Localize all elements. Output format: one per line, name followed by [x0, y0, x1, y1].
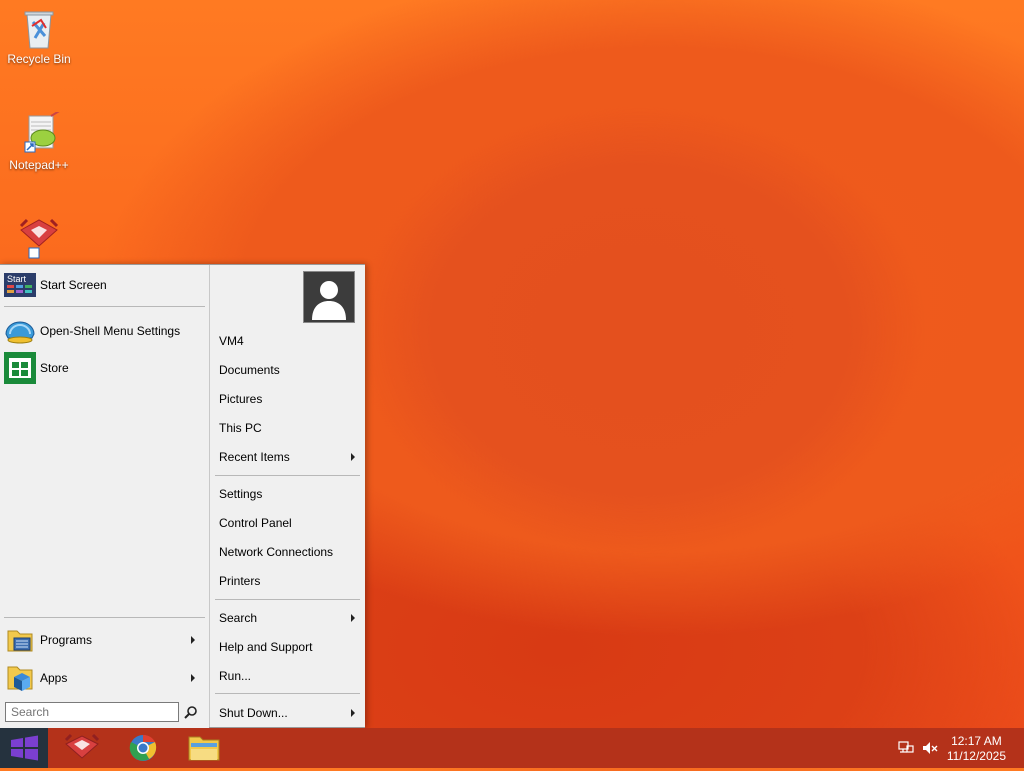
chrome-icon — [129, 734, 157, 761]
left-separator-bottom — [4, 617, 205, 618]
start-screen-label: Start Screen — [40, 278, 107, 292]
start-menu-left-column: Start Start Screen Open-Shell Menu Setti… — [0, 265, 209, 729]
notepadpp-label: Notepad++ — [9, 158, 69, 172]
windows-logo-icon — [11, 735, 38, 761]
clock-date: 11/12/2025 — [946, 749, 1006, 763]
recycle-bin-icon — [17, 6, 61, 50]
red-diamond-app-icon — [17, 216, 61, 260]
file-explorer-icon — [188, 736, 220, 761]
menu-item-control-panel[interactable]: Control Panel — [219, 511, 365, 535]
menu-item-user[interactable]: VM4 — [219, 329, 365, 353]
open-shell-icon — [4, 316, 36, 346]
apps-folder-icon — [4, 663, 36, 693]
menu-item-open-shell-settings[interactable]: Open-Shell Menu Settings — [0, 316, 205, 346]
shut-down-arrow-icon — [351, 709, 355, 717]
taskbar-app-red-diamond[interactable] — [52, 728, 112, 768]
recycle-bin-label: Recycle Bin — [7, 52, 71, 66]
right-separator-3 — [215, 693, 360, 694]
store-label: Store — [40, 361, 69, 375]
red-diamond-taskbar-icon — [64, 733, 100, 759]
menu-item-settings[interactable]: Settings — [219, 482, 365, 506]
recent-items-arrow-icon — [351, 453, 355, 461]
programs-label: Programs — [40, 633, 93, 647]
taskbar-app-file-explorer[interactable] — [174, 728, 234, 768]
user-avatar-icon[interactable] — [303, 271, 355, 323]
right-separator-1 — [215, 475, 360, 476]
control-panel-label: Control Panel — [219, 516, 292, 530]
settings-label: Settings — [219, 487, 263, 501]
menu-item-documents[interactable]: Documents — [219, 358, 365, 382]
user-label: VM4 — [219, 334, 244, 348]
desktop-icon-recycle-bin[interactable]: Recycle Bin — [3, 6, 75, 66]
menu-item-store[interactable]: Store — [0, 352, 205, 384]
store-icon — [4, 352, 36, 384]
clock[interactable]: 12:17 AM 11/12/2025 — [947, 734, 1006, 764]
taskbar-app-chrome[interactable] — [113, 728, 173, 768]
pictures-label: Pictures — [219, 392, 263, 406]
search-magnifier-icon[interactable] — [184, 705, 198, 719]
menu-item-search[interactable]: Search — [219, 606, 365, 630]
volume-muted-tray-icon[interactable] — [922, 740, 938, 756]
menu-item-start-screen[interactable]: Start Start Screen — [0, 270, 205, 300]
menu-item-programs[interactable]: Programs — [0, 625, 205, 655]
menu-item-run[interactable]: Run... — [219, 664, 365, 688]
programs-submenu-arrow-icon — [191, 636, 195, 644]
notepadpp-icon — [17, 109, 62, 156]
run-label: Run... — [219, 669, 252, 683]
taskbar: 12:17 AM 11/12/2025 — [0, 728, 1024, 768]
documents-label: Documents — [219, 363, 280, 377]
menu-item-help-support[interactable]: Help and Support — [219, 635, 365, 659]
desktop-icon-notepadpp[interactable]: Notepad++ — [3, 109, 75, 172]
start-menu-right-column: VM4 Documents Pictures This PC Recent It… — [209, 265, 365, 727]
menu-item-network-connections[interactable]: Network Connections — [219, 540, 365, 564]
menu-item-recent-items[interactable]: Recent Items — [219, 445, 365, 469]
menu-item-apps[interactable]: Apps — [0, 663, 205, 693]
menu-item-shut-down[interactable]: Shut Down... — [219, 701, 365, 725]
menu-item-printers[interactable]: Printers — [219, 569, 365, 593]
recent-items-label: Recent Items — [219, 450, 290, 464]
search-label: Search — [219, 611, 258, 625]
start-button[interactable] — [0, 728, 48, 768]
programs-folder-icon — [4, 625, 36, 655]
start-tile-text: Start — [7, 274, 27, 284]
this-pc-label: This PC — [219, 421, 262, 435]
help-support-label: Help and Support — [219, 640, 313, 654]
clock-time: 12:17 AM — [951, 734, 1002, 748]
search-arrow-icon — [351, 614, 355, 622]
start-menu: Start Start Screen Open-Shell Menu Setti… — [0, 264, 365, 729]
left-separator-top — [4, 306, 205, 307]
desktop-icon-app[interactable] — [3, 216, 75, 262]
menu-item-this-pc[interactable]: This PC — [219, 416, 365, 440]
printers-label: Printers — [219, 574, 261, 588]
network-tray-icon[interactable] — [898, 740, 914, 756]
start-screen-icon: Start — [4, 270, 36, 300]
menu-item-pictures[interactable]: Pictures — [219, 387, 365, 411]
shut-down-label: Shut Down... — [219, 706, 288, 720]
apps-submenu-arrow-icon — [191, 674, 195, 682]
start-search-input[interactable] — [5, 702, 179, 722]
right-separator-2 — [215, 599, 360, 600]
network-connections-label: Network Connections — [219, 545, 334, 559]
open-shell-settings-label: Open-Shell Menu Settings — [40, 324, 181, 338]
apps-label: Apps — [40, 671, 68, 685]
